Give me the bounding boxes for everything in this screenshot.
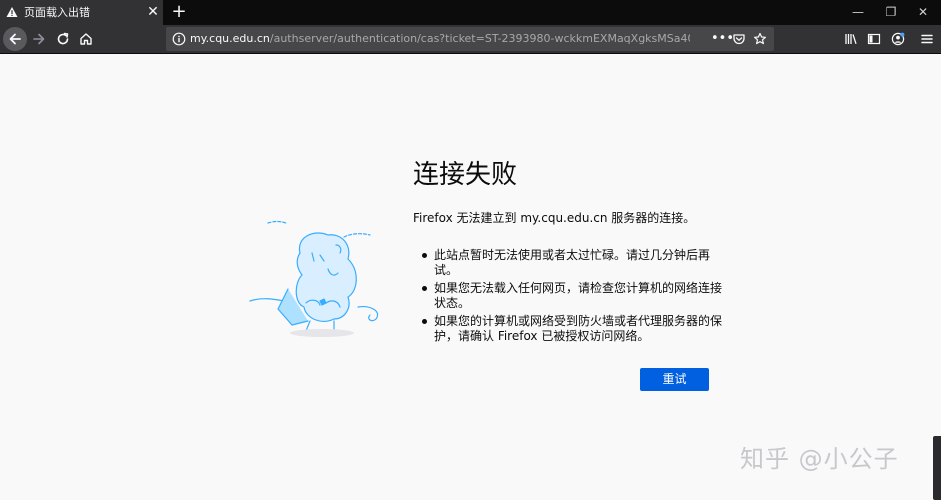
minimize-icon[interactable]: —	[843, 0, 873, 25]
dinosaur-illustration	[249, 220, 379, 337]
home-button[interactable]	[74, 27, 98, 51]
url-path: /authserver/authentication/cas?ticket=ST…	[269, 32, 690, 45]
tab-title: 页面载入出错	[24, 6, 90, 19]
menu-icon[interactable]	[920, 32, 934, 46]
suggestion-list: 此站点暂时无法使用或者太过忙碌。请过几分钟后再试。 如果您无法载入任何网页，请检…	[422, 248, 722, 347]
new-tab-icon[interactable]: +	[170, 2, 188, 22]
sidebar-icon[interactable]	[867, 32, 881, 46]
bookmark-star-icon[interactable]	[753, 32, 767, 46]
scrollbar-edge	[933, 436, 941, 500]
account-icon[interactable]	[891, 32, 905, 46]
pocket-icon[interactable]	[732, 32, 746, 46]
arrow-right-icon	[33, 33, 45, 45]
info-icon[interactable]	[172, 32, 186, 46]
reload-icon	[57, 32, 69, 45]
warning-icon	[6, 7, 18, 17]
tab-active[interactable]: 页面载入出错 ✕	[0, 0, 163, 25]
page-title: 连接失败	[413, 160, 518, 190]
list-item: 如果您无法载入任何网页，请检查您计算机的网络连接状态。	[422, 281, 722, 311]
page-actions-icon[interactable]: •••	[711, 30, 734, 48]
nav-bar: my.cqu.edu.cn/authserver/authentication/…	[0, 25, 941, 54]
watermark: 知乎 @小公子	[740, 445, 899, 473]
tab-strip: 页面载入出错 ✕ + — ❐ ✕	[0, 0, 941, 25]
forward-button[interactable]	[27, 27, 51, 51]
reload-button[interactable]	[51, 27, 75, 51]
list-item: 此站点暂时无法使用或者太过忙碌。请过几分钟后再试。	[422, 248, 722, 278]
error-description: Firefox 无法建立到 my.cqu.edu.cn 服务器的连接。	[413, 211, 696, 225]
tab-close-icon[interactable]: ✕	[145, 4, 161, 20]
library-icon[interactable]	[844, 32, 858, 46]
maximize-icon[interactable]: ❐	[876, 0, 906, 25]
arrow-left-icon	[9, 33, 21, 45]
url-host: my.cqu.edu.cn	[190, 32, 270, 45]
url-text[interactable]: my.cqu.edu.cn/authserver/authentication/…	[190, 32, 690, 46]
list-item: 如果您的计算机或网络受到防火墙或者代理服务器的保护，请确认 Firefox 已被…	[422, 314, 722, 344]
window-close-icon[interactable]: ✕	[908, 0, 938, 25]
retry-button[interactable]: 重试	[640, 368, 709, 391]
home-icon	[80, 33, 92, 45]
back-button[interactable]	[3, 27, 27, 51]
address-bar[interactable]: my.cqu.edu.cn/authserver/authentication/…	[166, 27, 774, 51]
